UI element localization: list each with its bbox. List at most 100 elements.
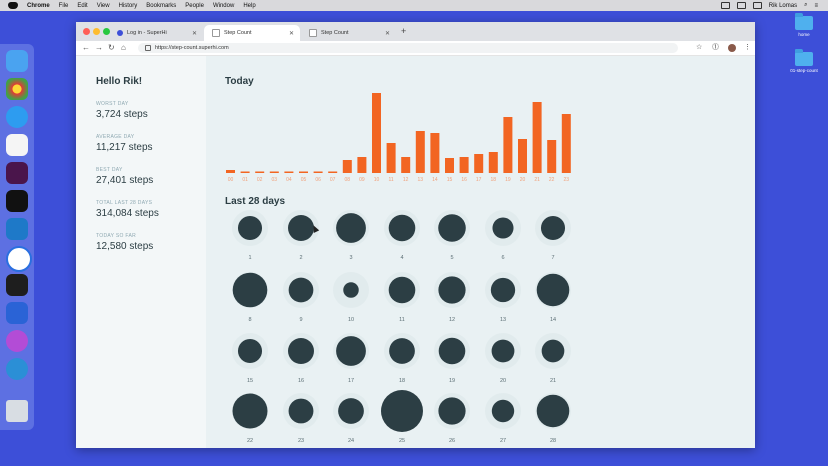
hour-bar-03 (269, 171, 279, 173)
home-icon[interactable]: ⌂ (121, 43, 126, 52)
menu-bookmarks[interactable]: Bookmarks (146, 3, 176, 9)
hour-label-23: 23 (564, 177, 570, 182)
day-circle-27 (491, 399, 515, 423)
day-circle-14 (536, 273, 570, 307)
day-label-3: 3 (349, 255, 352, 261)
day-label-26: 26 (449, 438, 455, 444)
tab-step-count-active[interactable]: Step Count ✕ (204, 25, 300, 41)
day-label-12: 12 (449, 317, 455, 323)
volume-icon[interactable] (752, 2, 762, 9)
hour-bar-06 (313, 171, 323, 173)
extension-icon[interactable]: ⓵ (712, 44, 719, 52)
page-favicon-icon (212, 29, 220, 37)
trash-icon[interactable] (6, 400, 28, 422)
stats-app-icon[interactable] (6, 302, 28, 324)
tab-title: Step Count (224, 30, 252, 36)
close-tab-icon[interactable]: ✕ (289, 30, 294, 37)
menu-view[interactable]: View (97, 3, 110, 9)
browser-window: Log in - SuperHi ✕ Step Count ✕ Step Cou… (76, 22, 755, 448)
hour-bar-00 (226, 170, 235, 173)
terminal-icon[interactable] (6, 190, 28, 212)
new-tab-button[interactable]: + (401, 26, 406, 36)
hour-label-19: 19 (505, 177, 511, 182)
hour-label-02: 02 (257, 177, 263, 182)
menu-file[interactable]: File (59, 3, 69, 9)
greeting: Hello Rik! (96, 76, 143, 87)
stat-worst-value: 3,724 steps (96, 109, 148, 120)
day-label-6: 6 (501, 255, 504, 261)
stat-today-value: 12,580 steps (96, 241, 154, 252)
day-circle-10 (343, 282, 359, 298)
day-circle-2 (288, 215, 314, 241)
day-label-28: 28 (550, 438, 556, 444)
day-label-22: 22 (247, 438, 253, 444)
day-circle-22 (232, 393, 268, 429)
vscode-icon[interactable] (6, 218, 28, 240)
forward-icon[interactable]: → (95, 43, 103, 52)
tab-bar: Log in - SuperHi ✕ Step Count ✕ Step Cou… (76, 22, 755, 41)
menu-people[interactable]: People (185, 3, 204, 9)
menu-app[interactable]: Chrome (27, 3, 50, 9)
bookmark-star-icon[interactable]: ☆ (696, 44, 702, 52)
desktop-folder-step-count[interactable]: 01-step-count (779, 49, 828, 73)
day-circle-4 (388, 214, 416, 242)
step-count-page: Hello Rik! WORST DAY 3,724 steps AVERAGE… (76, 56, 755, 448)
more-menu-icon[interactable]: ⋮ (744, 44, 751, 52)
desktop-folder-home[interactable]: home (779, 13, 828, 37)
search-icon[interactable]: ⌕ (804, 2, 807, 9)
hour-bar-12 (401, 157, 411, 173)
stat-average-value: 11,217 steps (96, 142, 153, 153)
day-label-9: 9 (299, 317, 302, 323)
hour-label-09: 09 (359, 177, 365, 182)
day-label-13: 13 (500, 317, 506, 323)
tab-login[interactable]: Log in - SuperHi ✕ (109, 25, 203, 41)
hour-bar-04 (284, 171, 294, 173)
day-circle-5 (438, 214, 466, 242)
battery-icon[interactable] (720, 2, 730, 9)
hour-bar-20 (518, 139, 527, 173)
hour-label-04: 04 (286, 177, 292, 182)
hour-label-15: 15 (447, 177, 453, 182)
control-center-icon[interactable]: ≡ (814, 3, 818, 9)
hour-bar-02 (255, 171, 265, 173)
slack-icon[interactable] (6, 162, 28, 184)
hour-label-12: 12 (403, 177, 409, 182)
hour-label-00: 00 (228, 177, 234, 182)
photos-icon[interactable] (6, 330, 28, 352)
page-favicon-icon (309, 29, 317, 37)
hour-label-03: 03 (272, 177, 278, 182)
clock-icon[interactable] (6, 246, 32, 272)
menu-edit[interactable]: Edit (77, 3, 87, 9)
day-circle-6 (492, 217, 514, 239)
close-tab-icon[interactable]: ✕ (192, 30, 197, 37)
hour-bar-13 (415, 131, 425, 173)
close-tab-icon[interactable]: ✕ (385, 30, 390, 37)
close-window-button[interactable] (83, 28, 90, 35)
day-label-2: 2 (299, 255, 302, 261)
back-icon[interactable]: ← (82, 43, 90, 52)
hour-label-01: 01 (242, 177, 248, 182)
hour-label-14: 14 (432, 177, 438, 182)
finder-icon[interactable] (6, 50, 28, 72)
menu-history[interactable]: History (119, 3, 138, 9)
figma-icon[interactable] (6, 274, 28, 296)
profile-avatar[interactable] (728, 44, 736, 52)
music-icon[interactable] (6, 134, 28, 156)
wifi-icon[interactable] (736, 2, 746, 9)
menu-window[interactable]: Window (213, 3, 234, 9)
minimize-window-button[interactable] (93, 28, 100, 35)
hour-bar-08 (342, 160, 352, 173)
browser-toolbar: ← → ↻ ⌂ https://step-count.superhi.com ☆… (76, 41, 755, 56)
apple-icon[interactable] (8, 2, 18, 9)
messages-icon[interactable] (6, 106, 28, 128)
hour-label-13: 13 (418, 177, 424, 182)
menu-help[interactable]: Help (243, 3, 255, 9)
tab-title: Log in - SuperHi (127, 30, 167, 36)
chrome-icon[interactable] (6, 78, 28, 100)
reload-icon[interactable]: ↻ (108, 43, 115, 52)
tab-step-count[interactable]: Step Count ✕ (301, 25, 396, 41)
tweetbot-icon[interactable] (6, 358, 28, 380)
menubar-user[interactable]: Rik Lomas (769, 3, 797, 9)
hour-label-05: 05 (301, 177, 307, 182)
address-bar[interactable]: https://step-count.superhi.com (138, 43, 678, 53)
